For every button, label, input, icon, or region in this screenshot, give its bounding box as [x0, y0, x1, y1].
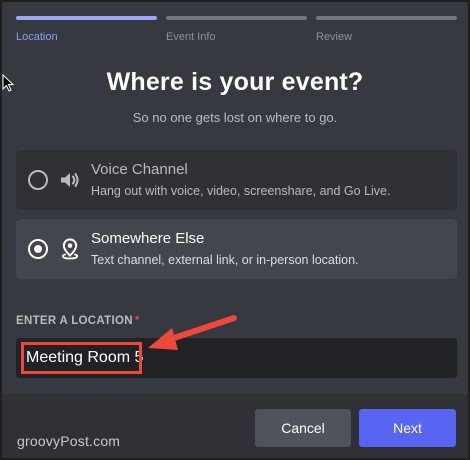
- option-title: Voice Channel: [91, 161, 188, 178]
- step-review[interactable]: Review: [316, 16, 457, 56]
- location-pin-icon: [61, 238, 79, 260]
- required-mark: *: [134, 315, 140, 327]
- step-label: Location: [16, 31, 58, 43]
- option-description: Text channel, external link, or in-perso…: [91, 253, 359, 267]
- step-progress: Location Event Info Review: [16, 16, 461, 56]
- option-somewhere-else[interactable]: Somewhere Else Text channel, external li…: [16, 219, 457, 279]
- step-label: Event Info: [166, 31, 216, 43]
- radio-unselected[interactable]: [28, 170, 48, 190]
- speaker-icon: [61, 173, 79, 187]
- option-description: Hang out with voice, video, screenshare,…: [91, 184, 391, 198]
- location-field-label: ENTER A LOCATION *: [16, 315, 140, 327]
- step-location[interactable]: Location: [16, 16, 157, 56]
- radio-selected[interactable]: [28, 239, 48, 259]
- location-input[interactable]: [16, 338, 457, 378]
- cancel-button[interactable]: Cancel: [255, 409, 351, 447]
- create-event-modal: Location Event Info Review Where is your…: [0, 0, 470, 460]
- step-bar: [166, 16, 307, 20]
- modal-title: Where is your event?: [106, 68, 364, 96]
- option-title: Somewhere Else: [91, 230, 205, 247]
- radio-dot: [34, 245, 42, 253]
- step-bar: [316, 16, 457, 20]
- option-voice-channel[interactable]: Voice Channel Hang out with voice, video…: [16, 150, 457, 210]
- step-bar: [16, 16, 157, 20]
- next-button[interactable]: Next: [359, 409, 456, 447]
- step-event-info[interactable]: Event Info: [166, 16, 307, 56]
- step-label: Review: [316, 31, 353, 43]
- modal-subtitle: So no one gets lost on where to go.: [132, 110, 338, 125]
- watermark: groovyPost.com: [17, 433, 121, 449]
- location-label-text: ENTER A LOCATION: [16, 315, 133, 327]
